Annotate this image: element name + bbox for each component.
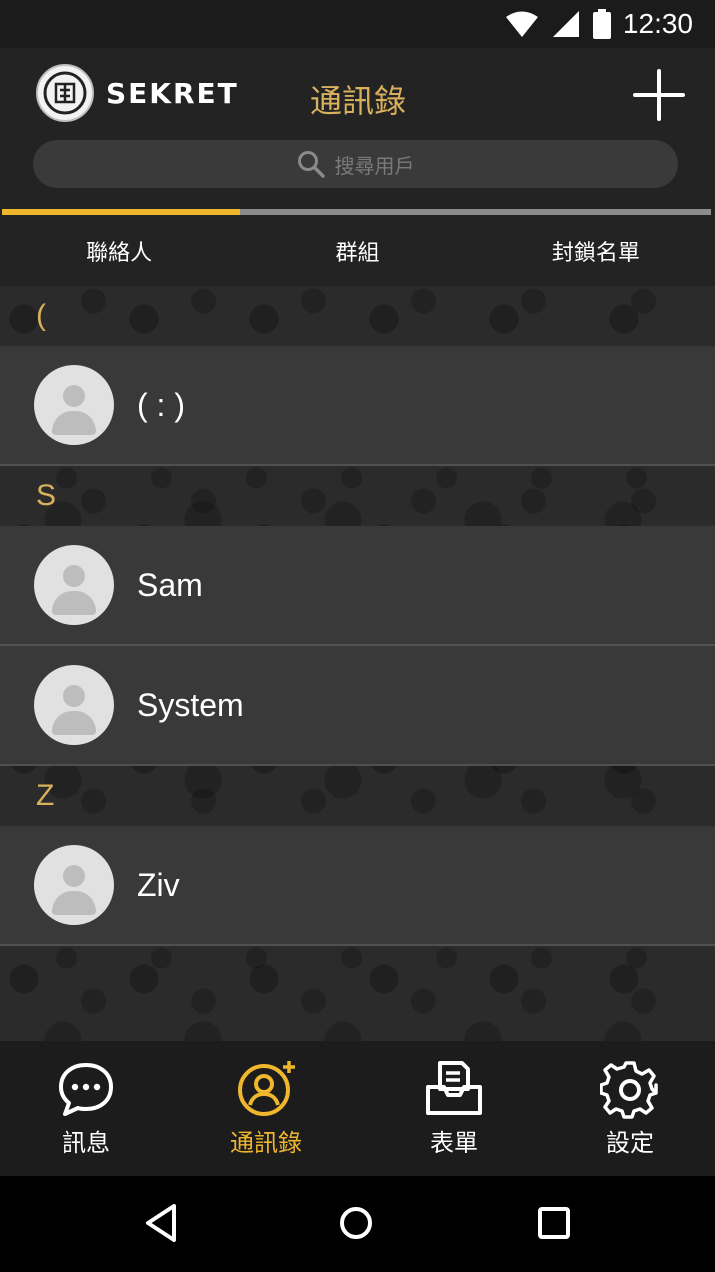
contact-name: System bbox=[137, 686, 244, 723]
contact-name: Ziv bbox=[137, 866, 180, 903]
status-bar: 12:30 bbox=[0, 0, 715, 48]
contact-name: ( : ) bbox=[137, 386, 185, 423]
contact-row[interactable]: ( : ) bbox=[0, 346, 715, 466]
recents-icon[interactable] bbox=[529, 1198, 579, 1248]
section-header: S bbox=[36, 479, 57, 512]
signal-icon bbox=[552, 11, 579, 37]
nav-label: 表單 bbox=[430, 1130, 478, 1157]
contact-row[interactable]: Ziv bbox=[0, 826, 715, 946]
avatar bbox=[34, 665, 114, 745]
system-nav-bar bbox=[0, 1176, 715, 1272]
search-input[interactable]: 搜尋用戶 bbox=[33, 140, 678, 188]
nav-messages[interactable]: 訊息 bbox=[1, 1041, 171, 1176]
contact-name: Sam bbox=[137, 566, 203, 603]
contact-row[interactable]: Sam bbox=[0, 526, 715, 646]
bottom-nav: 訊息 通訊錄 表單 設定 bbox=[0, 1041, 715, 1176]
contact-row[interactable]: System bbox=[0, 646, 715, 766]
person-icon bbox=[63, 865, 85, 887]
status-icons: 12:30 bbox=[505, 0, 693, 48]
tab-bar: 聯絡人 群組 封鎖名單 bbox=[0, 215, 715, 286]
logo-text: SEKRET bbox=[106, 76, 239, 110]
nav-label: 設定 bbox=[606, 1130, 654, 1157]
gear-icon bbox=[600, 1061, 658, 1119]
tab-groups[interactable]: 群組 bbox=[238, 215, 476, 286]
nav-forms[interactable]: 表單 bbox=[369, 1041, 539, 1176]
battery-icon bbox=[592, 9, 611, 39]
tab-contacts[interactable]: 聯絡人 bbox=[0, 215, 238, 286]
inbox-form-icon bbox=[426, 1061, 482, 1115]
page-title: 通訊錄 bbox=[310, 83, 407, 119]
back-icon[interactable] bbox=[136, 1198, 186, 1248]
section-header: ( bbox=[36, 299, 46, 332]
search-icon bbox=[297, 151, 325, 178]
wifi-icon bbox=[505, 11, 538, 37]
section-header: Z bbox=[36, 779, 55, 812]
nav-contacts[interactable]: 通訊錄 bbox=[181, 1041, 351, 1176]
avatar bbox=[34, 545, 114, 625]
app-logo: SEKRET bbox=[36, 64, 239, 122]
app-bar: SEKRET 通訊錄 搜尋用戶 聯絡人 群組 封鎖名單 bbox=[0, 48, 715, 286]
nav-label: 訊息 bbox=[62, 1130, 110, 1157]
search-placeholder: 搜尋用戶 bbox=[334, 155, 415, 178]
home-icon[interactable] bbox=[331, 1198, 381, 1248]
person-icon bbox=[63, 565, 85, 587]
person-icon bbox=[63, 385, 85, 407]
contact-list[interactable]: ( ( : ) S Sam System Z Ziv bbox=[0, 286, 715, 1041]
avatar bbox=[34, 845, 114, 925]
nav-label: 通訊錄 bbox=[230, 1130, 302, 1157]
tab-blocked[interactable]: 封鎖名單 bbox=[477, 215, 715, 286]
status-time: 12:30 bbox=[622, 8, 693, 39]
chat-bubble-icon bbox=[59, 1063, 113, 1116]
person-icon bbox=[63, 685, 85, 707]
contacts-add-icon bbox=[238, 1061, 295, 1116]
logo-badge-icon bbox=[36, 64, 94, 122]
nav-settings[interactable]: 設定 bbox=[545, 1041, 715, 1176]
avatar bbox=[34, 365, 114, 445]
add-contact-button[interactable] bbox=[632, 68, 686, 122]
